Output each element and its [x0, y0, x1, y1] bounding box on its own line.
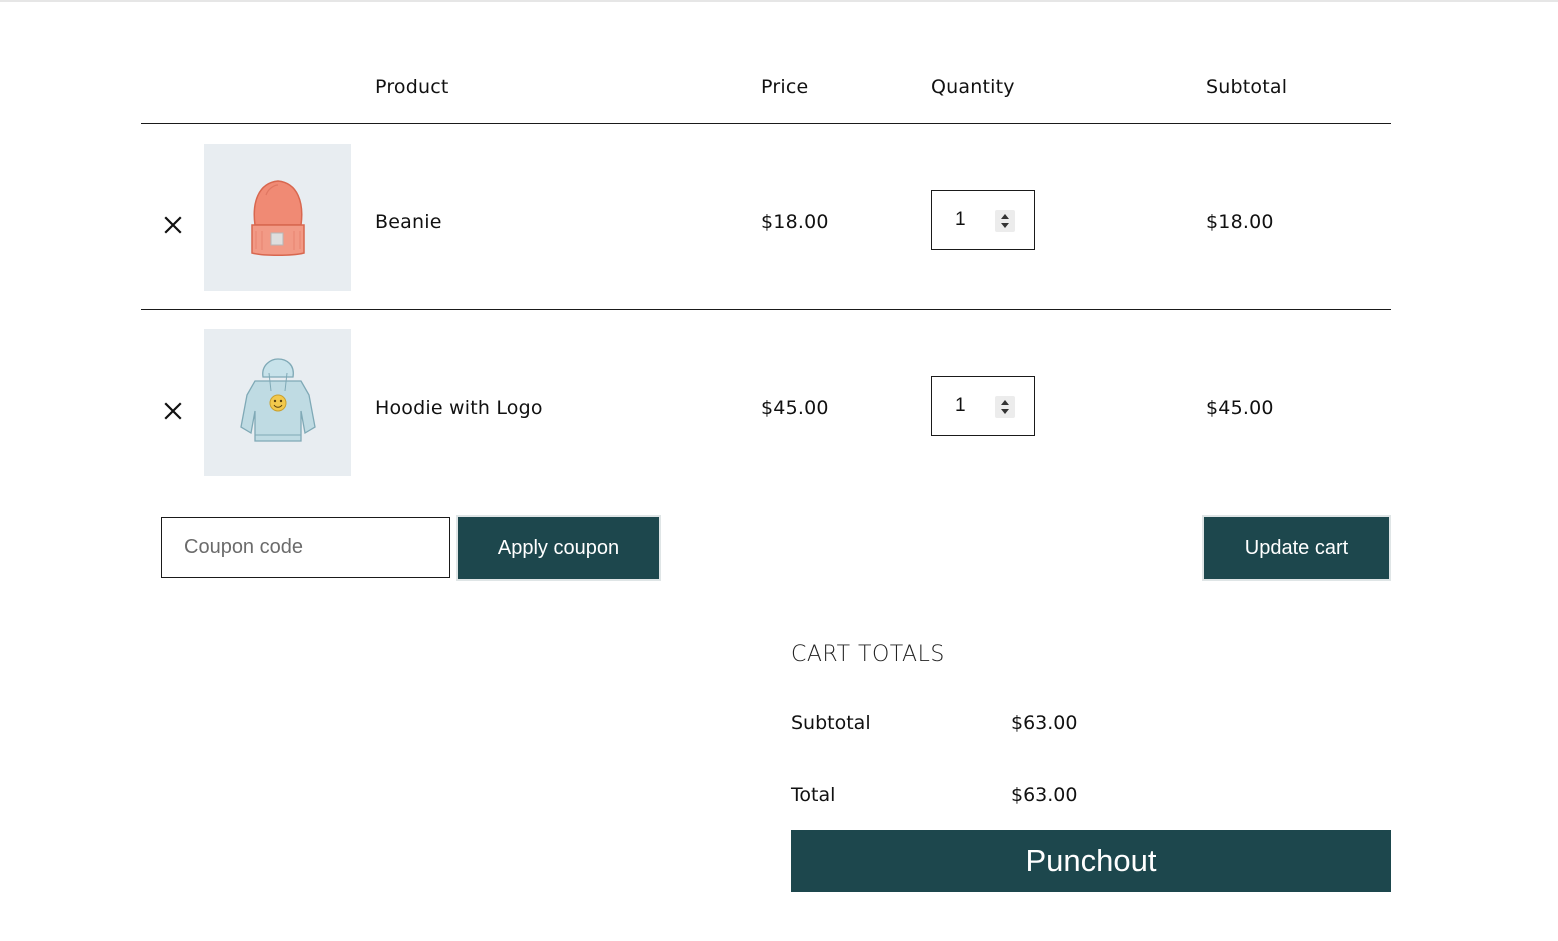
- spinner-arrows-icon: [1001, 400, 1009, 414]
- close-icon: [164, 216, 182, 234]
- table-header: Product Price Quantity Subtotal: [141, 60, 1391, 124]
- quantity-value: 1: [955, 395, 966, 416]
- top-divider: [0, 0, 1558, 2]
- product-thumbnail[interactable]: [204, 329, 351, 476]
- quantity-spinner[interactable]: [995, 210, 1015, 232]
- product-price: $18.00: [761, 211, 829, 233]
- punchout-button[interactable]: Punchout: [791, 830, 1391, 892]
- column-header-subtotal: Subtotal: [1206, 76, 1288, 98]
- cart-totals-title: CART TOTALS: [791, 642, 945, 667]
- coupon-code-input[interactable]: Coupon code: [161, 517, 450, 578]
- line-subtotal: $18.00: [1206, 211, 1274, 233]
- table-row: Hoodie with Logo $45.00 1 $45.00: [141, 309, 1391, 494]
- beanie-icon: [250, 179, 305, 256]
- remove-item-button[interactable]: [161, 213, 185, 237]
- quantity-value: 1: [955, 209, 966, 230]
- apply-coupon-button[interactable]: Apply coupon: [456, 515, 661, 581]
- update-cart-button[interactable]: Update cart: [1202, 515, 1391, 581]
- quantity-spinner[interactable]: [995, 396, 1015, 418]
- totals-total-label: Total: [791, 784, 836, 806]
- cart-page: Product Price Quantity Subtotal Beanie $…: [0, 0, 1558, 941]
- totals-subtotal-value: $63.00: [1011, 712, 1078, 734]
- totals-subtotal-label: Subtotal: [791, 712, 871, 734]
- quantity-stepper[interactable]: 1: [931, 190, 1035, 250]
- close-icon: [164, 402, 182, 420]
- totals-total-value: $63.00: [1011, 784, 1078, 806]
- table-row: Beanie $18.00 1 $18.00: [141, 124, 1391, 310]
- remove-item-button[interactable]: [161, 399, 185, 423]
- quantity-stepper[interactable]: 1: [931, 376, 1035, 436]
- spinner-arrows-icon: [1001, 214, 1009, 228]
- column-header-product: Product: [375, 76, 449, 98]
- column-header-price: Price: [761, 76, 809, 98]
- line-subtotal: $45.00: [1206, 397, 1274, 419]
- column-header-quantity: Quantity: [931, 76, 1015, 98]
- product-thumbnail[interactable]: [204, 144, 351, 291]
- product-name[interactable]: Beanie: [375, 210, 442, 234]
- hoodie-icon: [239, 358, 316, 442]
- product-name[interactable]: Hoodie with Logo: [375, 396, 543, 420]
- product-price: $45.00: [761, 397, 829, 419]
